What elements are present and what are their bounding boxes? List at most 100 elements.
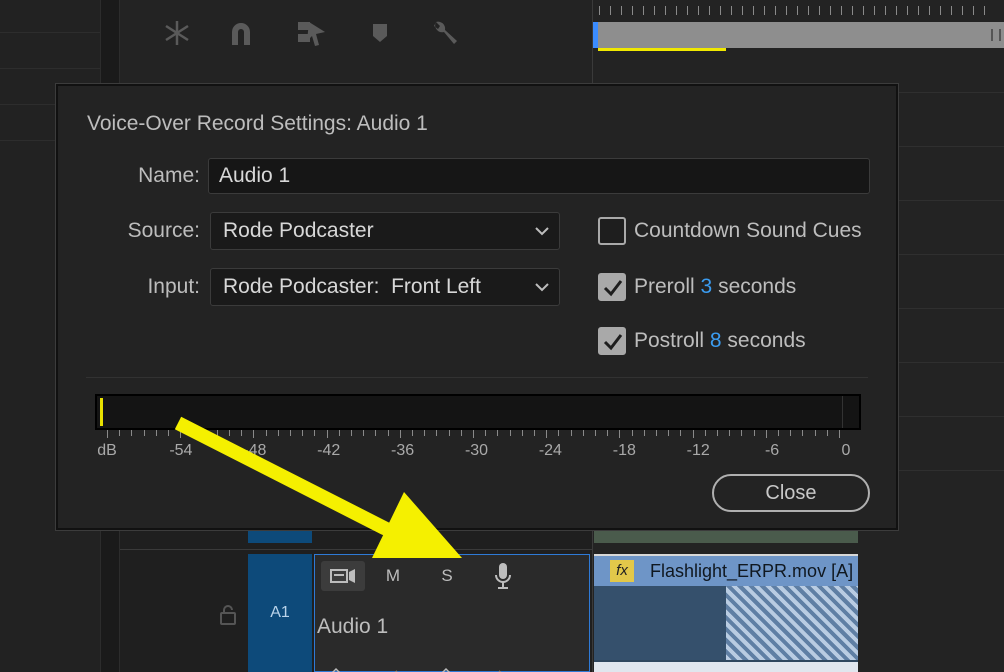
solo-track-button[interactable]: S <box>429 561 465 591</box>
audio-clip[interactable]: fx Flashlight_ERPR.mov [A] <box>594 554 858 672</box>
wrench-icon[interactable] <box>428 16 462 50</box>
meter-tick <box>216 430 218 436</box>
ruler-tick <box>775 6 776 15</box>
track-output-icon[interactable] <box>321 561 365 591</box>
ruler-tick <box>742 6 743 15</box>
checkmark-icon <box>603 334 623 351</box>
microphone-icon[interactable] <box>485 561 521 591</box>
meter-tick <box>607 430 609 436</box>
checkmark-icon <box>603 280 623 297</box>
ruler-tick <box>951 6 952 15</box>
meter-tick <box>180 430 182 438</box>
meter-tick <box>778 430 779 436</box>
work-area-grip[interactable] <box>991 29 1001 41</box>
meter-tick <box>521 430 523 436</box>
lock-icon[interactable] <box>218 604 238 626</box>
countdown-label[interactable]: Countdown Sound Cues <box>634 219 862 243</box>
preroll-value[interactable]: 3 <box>701 275 713 298</box>
track-name: Audio 1 <box>317 615 389 638</box>
dialog-separator <box>86 377 868 378</box>
preroll-checkbox[interactable] <box>598 273 626 301</box>
meter-scale-label: -36 <box>391 442 415 459</box>
track-target-a1[interactable]: A1 <box>248 554 312 672</box>
meter-tick <box>204 430 206 436</box>
meter-tick <box>277 430 279 436</box>
work-area-bar[interactable] <box>593 22 1004 51</box>
ruler-tick <box>665 6 666 15</box>
meter-tick <box>826 430 828 436</box>
source-select[interactable]: Rode Podcaster <box>210 212 560 250</box>
postroll-checkbox[interactable] <box>598 327 626 355</box>
postroll-suffix: seconds <box>727 329 806 352</box>
meter-tick <box>338 430 340 436</box>
clip-header[interactable]: fx Flashlight_ERPR.mov [A] <box>594 556 858 586</box>
meter-tick <box>399 430 401 438</box>
ruler-tick <box>918 6 919 15</box>
mute-track-button[interactable]: M <box>375 561 411 591</box>
input-label: Input: <box>147 275 200 298</box>
chevron-down-icon <box>535 283 549 292</box>
meter-tick <box>351 430 352 436</box>
meter-scale-label: -42 <box>317 442 341 459</box>
meter-scale-label: -54 <box>169 442 193 459</box>
meter-tick <box>326 430 328 438</box>
level-indicator <box>100 398 103 426</box>
ruler-tick <box>830 6 831 15</box>
meter-tick <box>729 430 731 436</box>
meter-tick <box>534 430 535 436</box>
source-label: Source: <box>127 219 200 242</box>
ruler-tick <box>962 6 963 15</box>
meter-tick <box>814 430 816 436</box>
meter-tick <box>595 430 596 436</box>
meter-tick <box>107 430 108 438</box>
track-header-audio-1[interactable]: M S Audio 1 <box>314 554 590 672</box>
meter-scale <box>99 430 840 438</box>
keyframe-navigation[interactable] <box>329 663 529 672</box>
ruler-tick <box>973 6 974 15</box>
clip-upper[interactable] <box>594 529 858 543</box>
ruler-tick <box>709 6 710 15</box>
meter-tick <box>375 430 377 436</box>
input-select[interactable]: Rode Podcaster: Front Left <box>210 268 560 306</box>
time-ruler[interactable] <box>593 0 1004 22</box>
ripple-edit-icon[interactable] <box>160 16 194 50</box>
countdown-checkbox[interactable] <box>598 217 626 245</box>
meter-tick <box>485 430 487 436</box>
track-target-upper[interactable] <box>248 529 312 543</box>
meter-tick <box>546 430 548 438</box>
meter-tick <box>643 430 645 436</box>
postroll-value[interactable]: 8 <box>710 329 722 352</box>
meter-scale-label: 0 <box>841 442 851 459</box>
preroll-suffix: seconds <box>718 275 797 298</box>
close-button[interactable]: Close <box>712 474 870 512</box>
ruler-tick <box>698 6 699 15</box>
meter-tick <box>265 430 267 436</box>
ruler-tick <box>797 6 798 15</box>
source-value: Rode Podcaster <box>223 219 374 242</box>
audio-level-meter <box>95 394 861 430</box>
voice-over-record-settings-dialog: Voice-Over Record Settings: Audio 1 Name… <box>56 84 898 530</box>
meter-tick <box>143 430 145 436</box>
meter-tick <box>497 430 499 436</box>
ruler-tick <box>852 6 853 15</box>
linked-selection-icon[interactable] <box>294 16 328 50</box>
playhead-marker[interactable] <box>593 22 598 48</box>
name-field[interactable] <box>208 158 870 194</box>
ruler-tick <box>731 6 732 15</box>
postroll-label[interactable]: Postroll 8 seconds <box>634 329 806 353</box>
meter-tick <box>765 430 767 438</box>
meter-tick <box>302 430 304 436</box>
timeline-toolbar <box>120 0 592 84</box>
meter-tick <box>741 430 743 436</box>
preroll-label[interactable]: Preroll 3 seconds <box>634 275 796 299</box>
fx-badge[interactable]: fx <box>610 560 634 582</box>
ruler-tick <box>929 6 930 15</box>
snap-magnet-icon[interactable] <box>224 16 258 50</box>
meter-tick <box>582 430 584 436</box>
meter-tick <box>253 430 255 438</box>
meter-tick <box>460 430 462 436</box>
marker-icon[interactable] <box>363 16 397 50</box>
meter-tick <box>131 430 133 436</box>
meter-scale-label: -18 <box>612 442 636 459</box>
meter-tick <box>448 430 450 436</box>
